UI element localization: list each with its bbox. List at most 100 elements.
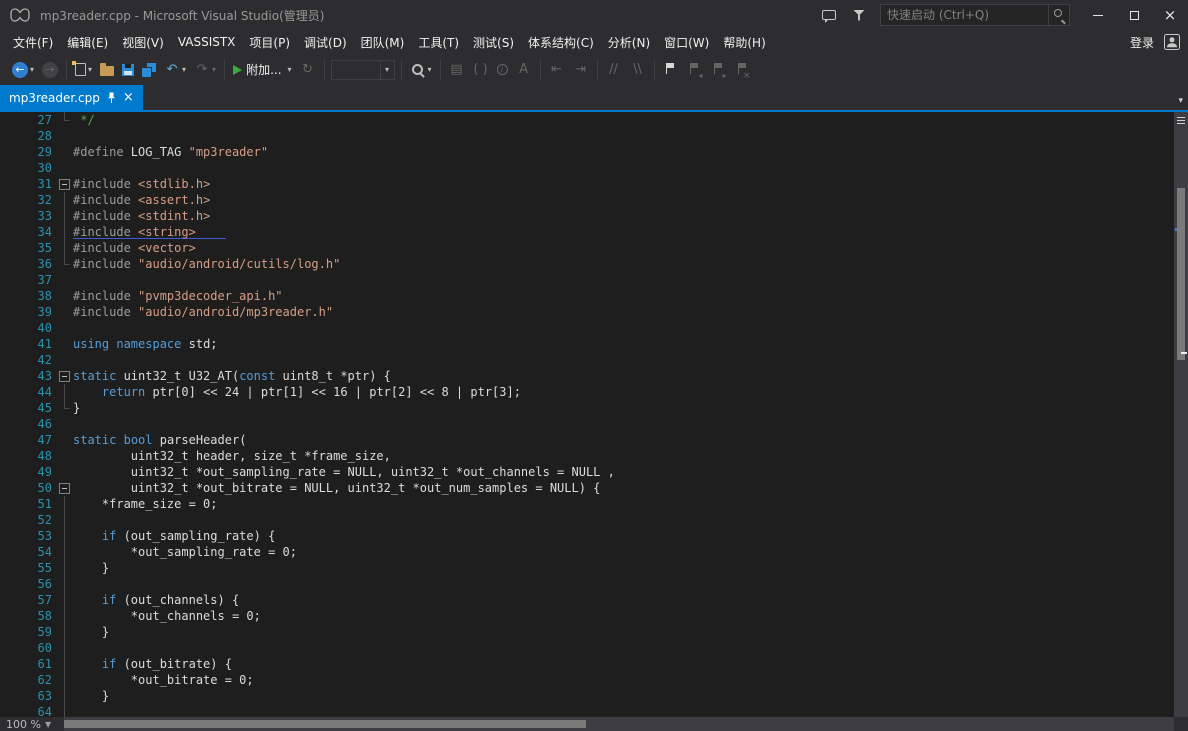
quick-info-button[interactable]: i <box>494 58 511 82</box>
code-line[interactable]: 63 } <box>0 688 1174 704</box>
breakpoint-margin[interactable] <box>0 704 20 717</box>
breakpoint-margin[interactable] <box>0 192 20 208</box>
breakpoint-margin[interactable] <box>0 528 20 544</box>
split-window-handle[interactable] <box>1174 112 1188 128</box>
breakpoint-margin[interactable] <box>0 368 20 384</box>
decrease-indent-button[interactable]: ⇤ <box>546 58 568 82</box>
clear-bookmarks-button[interactable] <box>732 58 754 82</box>
breakpoint-margin[interactable] <box>0 592 20 608</box>
horizontal-scrollbar-thumb[interactable] <box>64 720 586 728</box>
vertical-scrollbar-thumb[interactable] <box>1177 188 1185 360</box>
breakpoint-margin[interactable] <box>0 448 20 464</box>
breakpoint-margin[interactable] <box>0 624 20 640</box>
code-line[interactable]: 50 uint32_t *out_bitrate = NULL, uint32_… <box>0 480 1174 496</box>
toggle-bookmark-button[interactable] <box>660 58 682 82</box>
close-icon[interactable]: × <box>123 91 134 104</box>
code-line[interactable]: 49 uint32_t *out_sampling_rate = NULL, u… <box>0 464 1174 480</box>
menu-item[interactable]: 编辑(E) <box>60 31 115 54</box>
refresh-button[interactable]: ↻ <box>297 58 319 82</box>
code-line[interactable]: 53 if (out_sampling_rate) { <box>0 528 1174 544</box>
breakpoint-margin[interactable] <box>0 144 20 160</box>
menu-item[interactable]: 工具(T) <box>411 31 466 54</box>
breakpoint-margin[interactable] <box>0 608 20 624</box>
menu-item[interactable]: 帮助(H) <box>716 31 772 54</box>
comment-selection-button[interactable]: // <box>603 58 625 82</box>
breakpoint-margin[interactable] <box>0 208 20 224</box>
code-line[interactable]: 48 uint32_t header, size_t *frame_size, <box>0 448 1174 464</box>
breakpoint-margin[interactable] <box>0 480 20 496</box>
code-line[interactable]: 32 #include <assert.h> <box>0 192 1174 208</box>
code-line[interactable]: 58 *out_channels = 0; <box>0 608 1174 624</box>
collapse-box-icon[interactable] <box>59 179 70 190</box>
menu-item[interactable]: 文件(F) <box>6 31 60 54</box>
display-member-list-button[interactable]: ▤ <box>446 58 468 82</box>
navigate-forward-button[interactable]: → <box>39 58 61 82</box>
code-line[interactable]: 43 static uint32_t U32_AT(const uint8_t *… <box>0 368 1174 384</box>
code-line[interactable]: 37 <box>0 272 1174 288</box>
code-line[interactable]: 41 using namespace std; <box>0 336 1174 352</box>
breakpoint-margin[interactable] <box>0 304 20 320</box>
code-line[interactable]: 61 if (out_bitrate) { <box>0 656 1174 672</box>
next-bookmark-button[interactable] <box>708 58 730 82</box>
code-line[interactable]: 42 <box>0 352 1174 368</box>
pin-icon[interactable] <box>107 92 116 104</box>
collapse-box-icon[interactable] <box>59 483 70 494</box>
breakpoint-margin[interactable] <box>0 336 20 352</box>
code-line[interactable]: 34 #include <string> <box>0 224 1174 240</box>
breakpoint-margin[interactable] <box>0 640 20 656</box>
breakpoint-margin[interactable] <box>0 672 20 688</box>
code-line[interactable]: 30 <box>0 160 1174 176</box>
menu-item[interactable]: 团队(M) <box>354 31 412 54</box>
navigate-backward-button[interactable]: ← ▾ <box>9 58 37 82</box>
menu-item[interactable]: 项目(P) <box>242 31 297 54</box>
minimize-button[interactable] <box>1080 0 1116 30</box>
attach-to-process-button[interactable]: 附加... ▾ <box>230 58 294 82</box>
breakpoint-margin[interactable] <box>0 560 20 576</box>
breakpoint-margin[interactable] <box>0 272 20 288</box>
parameter-info-button[interactable]: ( ) <box>470 58 492 82</box>
breakpoint-margin[interactable] <box>0 400 20 416</box>
code-line[interactable]: 46 <box>0 416 1174 432</box>
breakpoint-margin[interactable] <box>0 352 20 368</box>
code-line[interactable]: 60 <box>0 640 1174 656</box>
code-line[interactable]: 59 } <box>0 624 1174 640</box>
breakpoint-margin[interactable] <box>0 224 20 240</box>
tab-list-chevron-icon[interactable]: ▾ <box>1178 96 1183 106</box>
tab-mp3reader[interactable]: mp3reader.cpp × <box>0 85 143 110</box>
code-line[interactable]: 31 #include <stdlib.h> <box>0 176 1174 192</box>
vs-logo-icon[interactable] <box>10 8 30 22</box>
code-line[interactable]: 35 #include <vector> <box>0 240 1174 256</box>
configuration-combobox[interactable]: ▾ <box>330 59 395 80</box>
menu-item[interactable]: VASSISTX <box>171 32 243 52</box>
maximize-button[interactable] <box>1116 0 1152 30</box>
code-line[interactable]: 44 return ptr[0] << 24 | ptr[1] << 16 | … <box>0 384 1174 400</box>
code-line[interactable]: 52 <box>0 512 1174 528</box>
breakpoint-margin[interactable] <box>0 496 20 512</box>
code-line[interactable]: 27 */ <box>0 112 1174 128</box>
menu-item[interactable]: 测试(S) <box>466 31 521 54</box>
collapse-box-icon[interactable] <box>59 371 70 382</box>
breakpoint-margin[interactable] <box>0 544 20 560</box>
zoom-control[interactable]: 100 % ▼ <box>0 718 64 731</box>
find-in-files-button[interactable]: ▾ <box>407 58 435 82</box>
redo-button[interactable]: ↷ ▾ <box>191 58 219 82</box>
breakpoint-margin[interactable] <box>0 320 20 336</box>
code-line[interactable]: 40 <box>0 320 1174 336</box>
breakpoint-margin[interactable] <box>0 160 20 176</box>
code-line[interactable]: 55 } <box>0 560 1174 576</box>
breakpoint-margin[interactable] <box>0 256 20 272</box>
breakpoint-margin[interactable] <box>0 240 20 256</box>
feedback-icon[interactable] <box>814 0 844 30</box>
code-line[interactable]: 62 *out_bitrate = 0; <box>0 672 1174 688</box>
increase-indent-button[interactable]: ⇥ <box>570 58 592 82</box>
code-line[interactable]: 38 #include "pvmp3decoder_api.h" <box>0 288 1174 304</box>
code-line[interactable]: 33 #include <stdint.h> <box>0 208 1174 224</box>
search-icon[interactable] <box>1048 5 1069 25</box>
notifications-icon[interactable] <box>844 0 874 30</box>
menu-item[interactable]: 体系结构(C) <box>521 31 601 54</box>
code-line[interactable]: 57 if (out_channels) { <box>0 592 1174 608</box>
undo-button[interactable]: ↶ ▾ <box>161 58 189 82</box>
code-line[interactable]: 64 <box>0 704 1174 717</box>
word-completion-button[interactable]: A <box>513 58 535 82</box>
breakpoint-margin[interactable] <box>0 576 20 592</box>
